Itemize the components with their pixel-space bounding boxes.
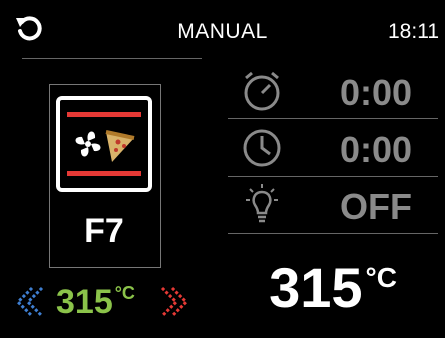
row-divider — [228, 118, 438, 119]
set-temperature-unit: °C — [114, 283, 135, 303]
current-temperature-unit: °C — [365, 262, 397, 293]
temperature-decrease-button[interactable] — [12, 286, 48, 318]
clock-time: 18:11 — [388, 20, 439, 43]
fan-pizza-icon — [67, 112, 141, 176]
temperature-increase-button[interactable] — [156, 286, 192, 318]
light-value: OFF — [340, 186, 412, 227]
chevron-right-icon — [160, 286, 189, 318]
current-temperature-value: 315 — [269, 256, 363, 319]
mode-code: F7 — [84, 212, 124, 250]
mode-icon-box — [56, 96, 152, 192]
set-temperature: 315 °C — [56, 283, 135, 322]
current-temperature: 315 °C — [228, 255, 438, 320]
row-divider — [228, 176, 438, 177]
header-divider — [22, 58, 202, 59]
chevron-left-icon — [15, 286, 44, 318]
row-divider — [228, 233, 438, 234]
delay-value: 0:00 — [339, 129, 412, 170]
set-temperature-value: 315 — [56, 283, 113, 321]
timer-value: 0:00 — [339, 72, 412, 113]
page-title: MANUAL — [177, 20, 268, 43]
